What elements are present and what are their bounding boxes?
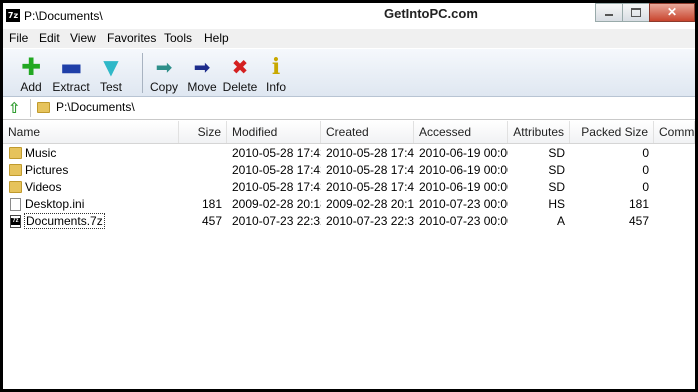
test-label: Test <box>99 80 122 94</box>
cell-name: Music <box>25 146 57 160</box>
col-header-created[interactable]: Created <box>321 121 414 143</box>
menu-tools[interactable]: Tools <box>164 31 192 45</box>
7zip-app-icon[interactable]: 7z <box>6 9 20 22</box>
table-row[interactable]: Desktop.ini 181 2009-02-28 20:18 2009-02… <box>3 196 695 213</box>
cell-packed-size: 0 <box>642 180 649 194</box>
menu-file[interactable]: File <box>9 31 28 45</box>
cell-size <box>179 162 227 179</box>
address-separator <box>30 99 31 117</box>
cell-packed-size: 181 <box>628 197 649 211</box>
col-header-size[interactable]: Size <box>179 121 227 143</box>
cell-size <box>179 179 227 196</box>
cell-modified: 2010-05-28 17:43 <box>232 163 321 177</box>
info-button[interactable]: i Info <box>263 51 289 95</box>
app-window: 7z P:\Documents\ GetIntoPC.com ✕ File Ed… <box>3 3 695 389</box>
minus-icon: ▬ <box>60 53 83 81</box>
cell-modified: 2010-05-28 17:43 <box>232 180 321 194</box>
cell-size: 181 <box>201 197 222 211</box>
cell-accessed: 2010-06-19 00:00 <box>419 163 508 177</box>
cell-created: 2010-05-28 17:43 <box>326 180 414 194</box>
col-header-name[interactable]: Name <box>3 121 179 143</box>
window-controls: ✕ <box>595 3 695 22</box>
cell-accessed: 2010-07-23 00:00 <box>419 197 508 211</box>
folder-icon <box>37 102 50 113</box>
cell-accessed: 2010-06-19 00:00 <box>419 146 508 160</box>
delete-button[interactable]: ✖ Delete <box>222 51 258 95</box>
title-bar[interactable]: 7z P:\Documents\ GetIntoPC.com ✕ <box>3 3 695 28</box>
toolbar: ✚ Add ▬ Extract ▼ Test ➡ Copy ➡ Move ✖ D… <box>3 49 695 97</box>
col-header-comment[interactable]: Comment <box>654 121 695 143</box>
watermark-text: GetIntoPC.com <box>384 6 478 21</box>
list-header: Name Size Modified Created Accessed Attr… <box>3 121 695 144</box>
plus-icon: ✚ <box>20 53 42 81</box>
cell-accessed: 2010-07-23 00:00 <box>419 214 508 228</box>
cell-created: 2009-02-28 20:18 <box>326 197 414 211</box>
menu-edit[interactable]: Edit <box>39 31 60 45</box>
col-header-modified[interactable]: Modified <box>227 121 321 143</box>
minimize-icon <box>605 14 613 16</box>
add-button[interactable]: ✚ Add <box>15 51 47 95</box>
x-icon: ✖ <box>231 55 249 79</box>
table-row[interactable]: Videos 2010-05-28 17:43 2010-05-28 17:43… <box>3 179 695 196</box>
col-header-attributes[interactable]: Attributes <box>508 121 570 143</box>
menu-view[interactable]: View <box>70 31 96 45</box>
cell-attributes: A <box>556 214 565 228</box>
cell-packed-size: 0 <box>642 146 649 160</box>
cell-modified: 2010-07-23 22:32 <box>232 214 321 228</box>
extract-label: Extract <box>52 80 90 94</box>
col-header-packed-size[interactable]: Packed Size <box>570 121 654 143</box>
menu-favorites[interactable]: Favorites <box>107 31 156 45</box>
check-icon: ▼ <box>103 55 119 79</box>
info-icon: i <box>271 54 281 80</box>
cell-created: 2010-05-28 17:43 <box>326 146 414 160</box>
maximize-icon <box>631 8 641 17</box>
move-button[interactable]: ➡ Move <box>185 51 219 95</box>
window-title: P:\Documents\ <box>24 9 103 23</box>
cell-attributes: SD <box>548 146 565 160</box>
cell-size <box>179 145 227 162</box>
cell-created: 2010-05-28 17:43 <box>326 163 414 177</box>
cell-packed-size: 0 <box>642 163 649 177</box>
table-row[interactable]: Documents.7z 457 2010-07-23 22:32 2010-0… <box>3 213 695 230</box>
file-list[interactable]: Name Size Modified Created Accessed Attr… <box>3 121 695 389</box>
cell-name: Desktop.ini <box>25 197 85 211</box>
cell-created: 2010-07-23 22:32 <box>326 214 414 228</box>
cell-attributes: SD <box>548 163 565 177</box>
address-bar: ⇧ P:\Documents\ <box>3 97 695 120</box>
cell-name: Documents.7z <box>3 213 179 230</box>
move-label: Move <box>187 80 217 94</box>
cell-attributes: HS <box>548 197 565 211</box>
close-icon: ✕ <box>666 5 678 19</box>
copy-button[interactable]: ➡ Copy <box>148 51 180 95</box>
add-label: Add <box>20 80 42 94</box>
menu-bar: File Edit View Favorites Tools Help <box>3 29 695 48</box>
copy-arrow-icon: ➡ <box>155 55 173 79</box>
address-input[interactable]: P:\Documents\ <box>56 100 135 114</box>
move-arrow-icon: ➡ <box>193 55 211 79</box>
toolbar-separator <box>142 53 143 93</box>
minimize-button[interactable] <box>595 3 623 22</box>
cell-attributes: SD <box>548 180 565 194</box>
up-arrow-icon[interactable]: ⇧ <box>8 100 24 116</box>
table-row[interactable]: Pictures 2010-05-28 17:43 2010-05-28 17:… <box>3 162 695 179</box>
cell-name-text: Documents.7z <box>24 213 105 229</box>
copy-label: Copy <box>149 80 178 94</box>
cell-name: Videos <box>25 180 62 194</box>
delete-label: Delete <box>222 80 258 94</box>
info-label: Info <box>265 80 286 94</box>
extract-button[interactable]: ▬ Extract <box>51 51 91 95</box>
table-row[interactable]: Music 2010-05-28 17:43 2010-05-28 17:43 … <box>3 145 695 162</box>
col-header-accessed[interactable]: Accessed <box>414 121 508 143</box>
cell-packed-size: 457 <box>628 214 649 228</box>
cell-accessed: 2010-06-19 00:00 <box>419 180 508 194</box>
maximize-button[interactable] <box>622 3 650 22</box>
close-button[interactable]: ✕ <box>649 3 695 22</box>
menu-help[interactable]: Help <box>204 31 229 45</box>
cell-modified: 2010-05-28 17:43 <box>232 146 321 160</box>
cell-name: Pictures <box>25 163 69 177</box>
cell-size: 457 <box>201 214 222 228</box>
cell-modified: 2009-02-28 20:18 <box>232 197 321 211</box>
test-button[interactable]: ▼ Test <box>96 51 126 95</box>
